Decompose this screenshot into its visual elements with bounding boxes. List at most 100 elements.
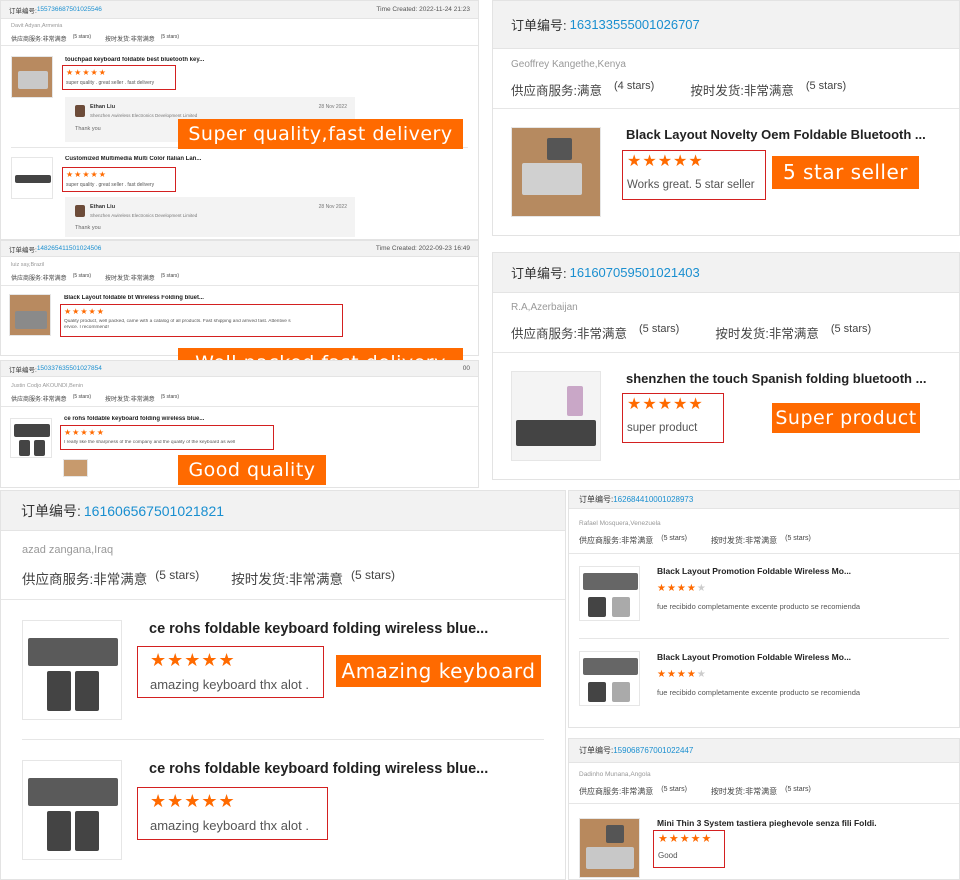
- product-title[interactable]: Black Layout foldable bt Wireless Foldin…: [64, 295, 244, 301]
- order-header: 订单编号: 159068767001022447: [569, 739, 959, 763]
- product-title[interactable]: touchpad keyboard foldable best bluetoot…: [65, 57, 225, 63]
- review-highlight: ★★★★★ super quality . great seller . fas…: [62, 65, 176, 90]
- review-comment: super product: [627, 422, 698, 434]
- review-highlight: ★★★★★ amazing keyboard thx alot .: [137, 646, 324, 698]
- product-thumbnail[interactable]: [579, 651, 640, 706]
- star-rating: ★★★★★: [66, 170, 107, 179]
- rating-summary: 供应商服务: 非常满意 (5 stars) 按时发货: 非常满意 (5 stars): [11, 34, 180, 43]
- order-id-link[interactable]: 161606567501021821: [84, 503, 224, 519]
- buyer-name: R.A,Azerbaijan: [511, 302, 578, 313]
- star-rating: ★★★★★: [150, 791, 236, 811]
- rating-summary: 供应商服务: 非常满意 (5 stars) 按时发货: 非常满意 (5 stars): [22, 568, 396, 587]
- seller-reply: Ethan Liu Shenzhen Awireless Electronics…: [65, 197, 355, 237]
- callout-badge: Super quality,fast delivery: [178, 119, 463, 149]
- order-id-link[interactable]: 163133555001026707: [570, 17, 700, 32]
- product-title[interactable]: Black Layout Novelty Oem Foldable Blueto…: [626, 127, 946, 142]
- product-thumbnail[interactable]: [11, 56, 53, 98]
- rating-summary: 供应商服务: 非常满意 (5 stars) 按时发货: 非常满意 (5 stars): [11, 273, 180, 282]
- review-comment: fue recibido completamente excente produ…: [657, 688, 861, 697]
- order-id-link[interactable]: 150337635501027854: [37, 365, 102, 372]
- product-thumbnail[interactable]: [22, 620, 122, 720]
- order-header: 订单编号: 155736687501025546 Time Created: 2…: [1, 1, 478, 19]
- star-rating: ★★★★★: [627, 396, 704, 413]
- product-title[interactable]: ce rohs foldable keyboard folding wirele…: [149, 621, 499, 637]
- product-thumbnail[interactable]: [579, 818, 640, 878]
- product-thumbnail[interactable]: [22, 760, 122, 860]
- buyer-name: Davit Adyan,Armenia: [11, 23, 63, 29]
- product-title[interactable]: ce rohs foldable keyboard folding wirele…: [64, 416, 244, 422]
- product-thumbnail[interactable]: [511, 371, 601, 461]
- star-rating: ★★★★★: [66, 68, 107, 77]
- callout-badge: Super product: [772, 403, 920, 433]
- star-rating: ★★★★★: [627, 153, 704, 170]
- buyer-name: azad zangana,Iraq: [22, 544, 114, 556]
- product-title[interactable]: shenzhen the touch Spanish folding bluet…: [626, 371, 946, 386]
- buyer-name: luiz say,Brazil: [11, 262, 45, 268]
- rating-summary: 供应商服务: 非常满意 (5 stars) 按时发货: 非常满意 (5 stars): [11, 394, 180, 403]
- product-thumbnail[interactable]: [9, 294, 51, 336]
- product-thumbnail[interactable]: [579, 566, 640, 621]
- buyer-name: Justin Codjo AKOUNDI,Benin: [11, 383, 84, 389]
- review-comment: I really like the sharpness of the compa…: [64, 440, 236, 445]
- star-rating: ★★★★★: [657, 583, 707, 594]
- buyer-name: Dadinho Munana,Angola: [579, 771, 651, 778]
- callout-badge: Amazing keyboard: [336, 655, 541, 687]
- time-created: Time Created: 2022-11-24 21:23: [376, 6, 470, 13]
- review-highlight: ★★★★★ super quality . great seller . fas…: [62, 167, 176, 192]
- review-comment: fue recibido completamente excente produ…: [657, 602, 861, 611]
- product-thumbnail[interactable]: [11, 157, 53, 199]
- product-title[interactable]: Black Layout Promotion Foldable Wireless…: [657, 566, 867, 576]
- rating-summary: 供应商服务: 非常满意 (5 stars) 按时发货: 非常满意 (5 stars): [579, 535, 811, 545]
- review-highlight: ★★★★★ amazing keyboard thx alot .: [137, 787, 328, 840]
- star-rating: ★★★★★: [64, 307, 105, 316]
- order-panel-5: 订单编号: 161607059501021403 R.A,Azerbaijan …: [492, 252, 960, 480]
- order-label: 订单编号:: [9, 7, 37, 15]
- review-highlight: ★★★★★ Quality product, well packed, came…: [60, 304, 343, 337]
- review-comment: Good: [658, 851, 678, 860]
- order-id-link[interactable]: 159068767001022447: [613, 746, 693, 755]
- review-comment: Works great. 5 star seller: [627, 179, 755, 191]
- review-highlight: ★★★★★ Good: [653, 830, 725, 868]
- order-header: 订单编号: 161607059501021403: [493, 253, 959, 293]
- order-id-link[interactable]: 155736687501025546: [37, 6, 102, 13]
- rating-summary: 供应商服务: 非常满意 (5 stars) 按时发货: 非常满意 (5 stars): [579, 786, 811, 796]
- product-thumbnail[interactable]: [511, 127, 601, 217]
- order-panel-7: 订单编号: 162684410001028973 Rafael Mosquera…: [568, 490, 960, 728]
- review-comment: Quality product, well packed, came with …: [64, 319, 291, 324]
- star-rating: ★★★★★: [657, 669, 707, 680]
- star-rating: ★★★★★: [64, 428, 105, 437]
- review-comment: super quality . great seller . fast deli…: [66, 182, 155, 188]
- star-rating: ★★★★★: [658, 833, 713, 845]
- order-panel-8: 订单编号: 159068767001022447 Dadinho Munana,…: [568, 738, 960, 880]
- callout-badge: Good quality: [178, 455, 326, 485]
- order-header: 订单编号: 150337635501027854 00: [1, 361, 478, 377]
- review-highlight: ★★★★★ I really like the sharpness of the…: [60, 425, 274, 450]
- callout-badge: 5 star seller: [772, 156, 919, 189]
- order-id-link[interactable]: 162684410001028973: [613, 495, 693, 504]
- review-comment: super quality . great seller . fast deli…: [66, 80, 155, 86]
- order-header: 订单编号: 162684410001028973: [569, 491, 959, 509]
- buyer-name: Rafael Mosquera,Venezuela: [579, 520, 661, 527]
- time-created: Time Created: 2022-09-23 16:49: [375, 245, 470, 252]
- order-panel-2: 订单编号: 148265411501024506 Time Created: 2…: [0, 240, 479, 356]
- product-title[interactable]: Customized Multimedia Multi Color Italia…: [65, 156, 225, 162]
- rating-summary: 供应商服务: 满意 (4 stars) 按时发货: 非常满意 (5 stars): [511, 80, 847, 98]
- order-header: 订单编号: 161606567501021821: [1, 491, 565, 531]
- rating-summary: 供应商服务: 非常满意 (5 stars) 按时发货: 非常满意 (5 stars): [511, 323, 872, 341]
- review-photo[interactable]: [63, 459, 88, 477]
- review-comment: amazing keyboard thx alot .: [150, 677, 309, 692]
- avatar: [75, 205, 85, 217]
- review-comment: amazing keyboard thx alot .: [150, 818, 309, 833]
- product-title[interactable]: ce rohs foldable keyboard folding wirele…: [149, 761, 499, 777]
- buyer-name: Geoffrey Kangethe,Kenya: [511, 59, 626, 70]
- star-rating: ★★★★★: [150, 650, 236, 670]
- product-title[interactable]: Black Layout Promotion Foldable Wireless…: [657, 652, 867, 662]
- order-header: 订单编号: 163133555001026707: [493, 1, 959, 49]
- order-id-link[interactable]: 161607059501021403: [570, 265, 700, 280]
- review-highlight: ★★★★★ super product: [622, 393, 724, 443]
- order-id-link[interactable]: 148265411501024506: [37, 245, 102, 252]
- product-thumbnail[interactable]: [10, 418, 52, 458]
- review-highlight: ★★★★★ Works great. 5 star seller: [622, 150, 766, 200]
- product-title[interactable]: Mini Thin 3 System tastiera pieghevole s…: [657, 818, 877, 828]
- avatar: [75, 105, 85, 117]
